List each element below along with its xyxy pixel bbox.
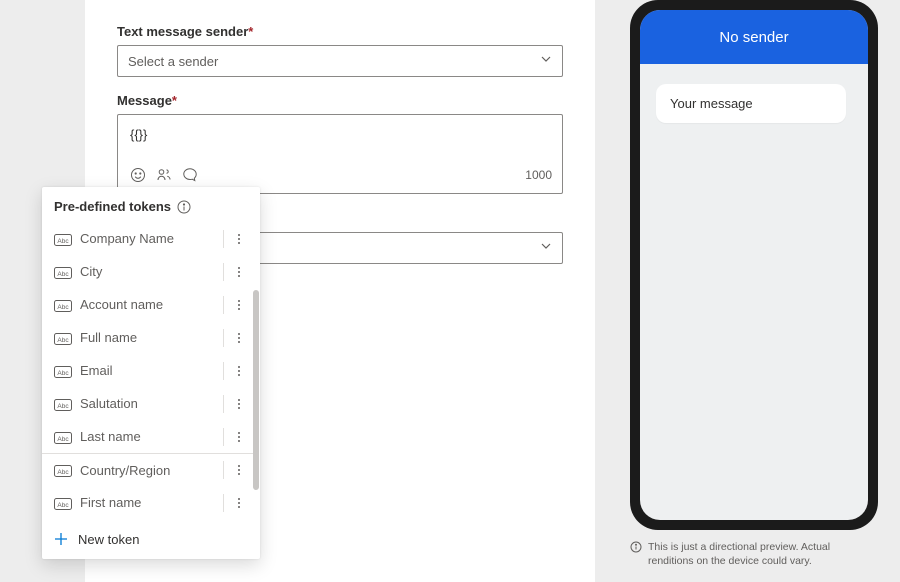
item-separator xyxy=(223,395,224,413)
tokens-popup-header: Pre-defined tokens xyxy=(42,187,260,222)
chevron-down-icon xyxy=(540,52,552,70)
emoji-icon[interactable] xyxy=(128,165,148,185)
text-token-icon: Abc xyxy=(54,464,72,476)
text-token-icon: Abc xyxy=(54,398,72,410)
svg-text:Abc: Abc xyxy=(57,435,69,442)
more-icon[interactable] xyxy=(232,498,246,508)
chevron-down-icon xyxy=(540,239,552,257)
item-separator xyxy=(223,494,224,512)
personalize-icon[interactable] xyxy=(154,165,174,185)
bubble-text: Your message xyxy=(670,96,753,111)
token-item[interactable]: Abc Salutation xyxy=(42,387,256,420)
assist-icon[interactable] xyxy=(180,165,200,185)
text-token-icon: Abc xyxy=(54,365,72,377)
svg-text:Abc: Abc xyxy=(57,369,69,376)
token-item[interactable]: Abc Email xyxy=(42,354,256,387)
token-label: Account name xyxy=(80,297,219,312)
item-separator xyxy=(223,296,224,314)
svg-text:Abc: Abc xyxy=(57,303,69,310)
token-label: Email xyxy=(80,363,219,378)
message-label: Message* xyxy=(117,93,563,108)
token-label: City xyxy=(80,264,219,279)
svg-text:Abc: Abc xyxy=(57,501,69,508)
token-label: Full name xyxy=(80,330,219,345)
more-icon[interactable] xyxy=(232,465,246,475)
token-item[interactable]: Abc Last name xyxy=(42,420,256,453)
more-icon[interactable] xyxy=(232,234,246,244)
preview-disclaimer: This is just a directional preview. Actu… xyxy=(630,540,878,568)
token-scrollbar[interactable] xyxy=(253,290,259,490)
token-item[interactable]: Abc Full name xyxy=(42,321,256,354)
token-label: Salutation xyxy=(80,396,219,411)
required-asterisk: * xyxy=(172,93,177,108)
char-count: 1000 xyxy=(525,168,552,182)
sender-placeholder: Select a sender xyxy=(128,54,540,69)
new-token-button[interactable]: New token xyxy=(42,519,260,559)
message-label-text: Message xyxy=(117,93,172,108)
disclaimer-text: This is just a directional preview. Actu… xyxy=(648,540,878,568)
item-separator xyxy=(223,263,224,281)
sender-select[interactable]: Select a sender xyxy=(117,45,563,77)
more-icon[interactable] xyxy=(232,333,246,343)
message-textarea[interactable]: {{}} xyxy=(118,115,562,159)
token-item[interactable]: Abc Account name xyxy=(42,288,256,321)
sender-label-text: Text message sender xyxy=(117,24,248,39)
more-icon[interactable] xyxy=(232,366,246,376)
message-field-group: Message* {{}} 1000 xyxy=(117,93,563,194)
more-icon[interactable] xyxy=(232,267,246,277)
text-token-icon: Abc xyxy=(54,332,72,344)
phone-screen: No sender Your message xyxy=(640,10,868,520)
tokens-title: Pre-defined tokens xyxy=(54,199,171,214)
more-icon[interactable] xyxy=(232,300,246,310)
phone-preview-frame: No sender Your message xyxy=(630,0,878,530)
phone-header: No sender xyxy=(640,10,868,64)
token-item[interactable]: Abc Country/Region xyxy=(42,453,256,486)
svg-text:Abc: Abc xyxy=(57,270,69,277)
item-separator xyxy=(223,230,224,248)
svg-text:Abc: Abc xyxy=(57,336,69,343)
token-item[interactable]: Abc Company Name xyxy=(42,222,256,255)
message-box: {{}} 1000 xyxy=(117,114,563,194)
token-label: First name xyxy=(80,495,219,510)
item-separator xyxy=(223,428,224,446)
plus-icon xyxy=(54,532,68,546)
token-item[interactable]: Abc City xyxy=(42,255,256,288)
svg-text:Abc: Abc xyxy=(57,237,69,244)
svg-text:Abc: Abc xyxy=(57,469,69,476)
item-separator xyxy=(223,362,224,380)
token-label: Company Name xyxy=(80,231,219,246)
more-icon[interactable] xyxy=(232,399,246,409)
message-bubble: Your message xyxy=(656,84,846,123)
text-token-icon: Abc xyxy=(54,233,72,245)
new-token-label: New token xyxy=(78,532,139,547)
sender-field-group: Text message sender* Select a sender xyxy=(117,24,563,77)
token-item[interactable]: Abc First name xyxy=(42,486,256,519)
tokens-popup: Pre-defined tokens Abc Company Name Abc Cit… xyxy=(42,187,260,559)
text-token-icon: Abc xyxy=(54,497,72,509)
text-token-icon: Abc xyxy=(54,431,72,443)
item-separator xyxy=(223,329,224,347)
token-list: AbcCompany NameAbcCityAbcAccount nameAbc… xyxy=(42,222,260,519)
info-icon xyxy=(630,541,642,553)
sender-label: Text message sender* xyxy=(117,24,563,39)
info-icon[interactable] xyxy=(177,200,191,214)
item-separator xyxy=(223,461,224,479)
token-label: Country/Region xyxy=(80,463,219,478)
phone-header-text: No sender xyxy=(719,29,788,46)
text-token-icon: Abc xyxy=(54,299,72,311)
svg-text:Abc: Abc xyxy=(57,402,69,409)
token-label: Last name xyxy=(80,429,219,444)
text-token-icon: Abc xyxy=(54,266,72,278)
more-icon[interactable] xyxy=(232,432,246,442)
required-asterisk: * xyxy=(248,24,253,39)
